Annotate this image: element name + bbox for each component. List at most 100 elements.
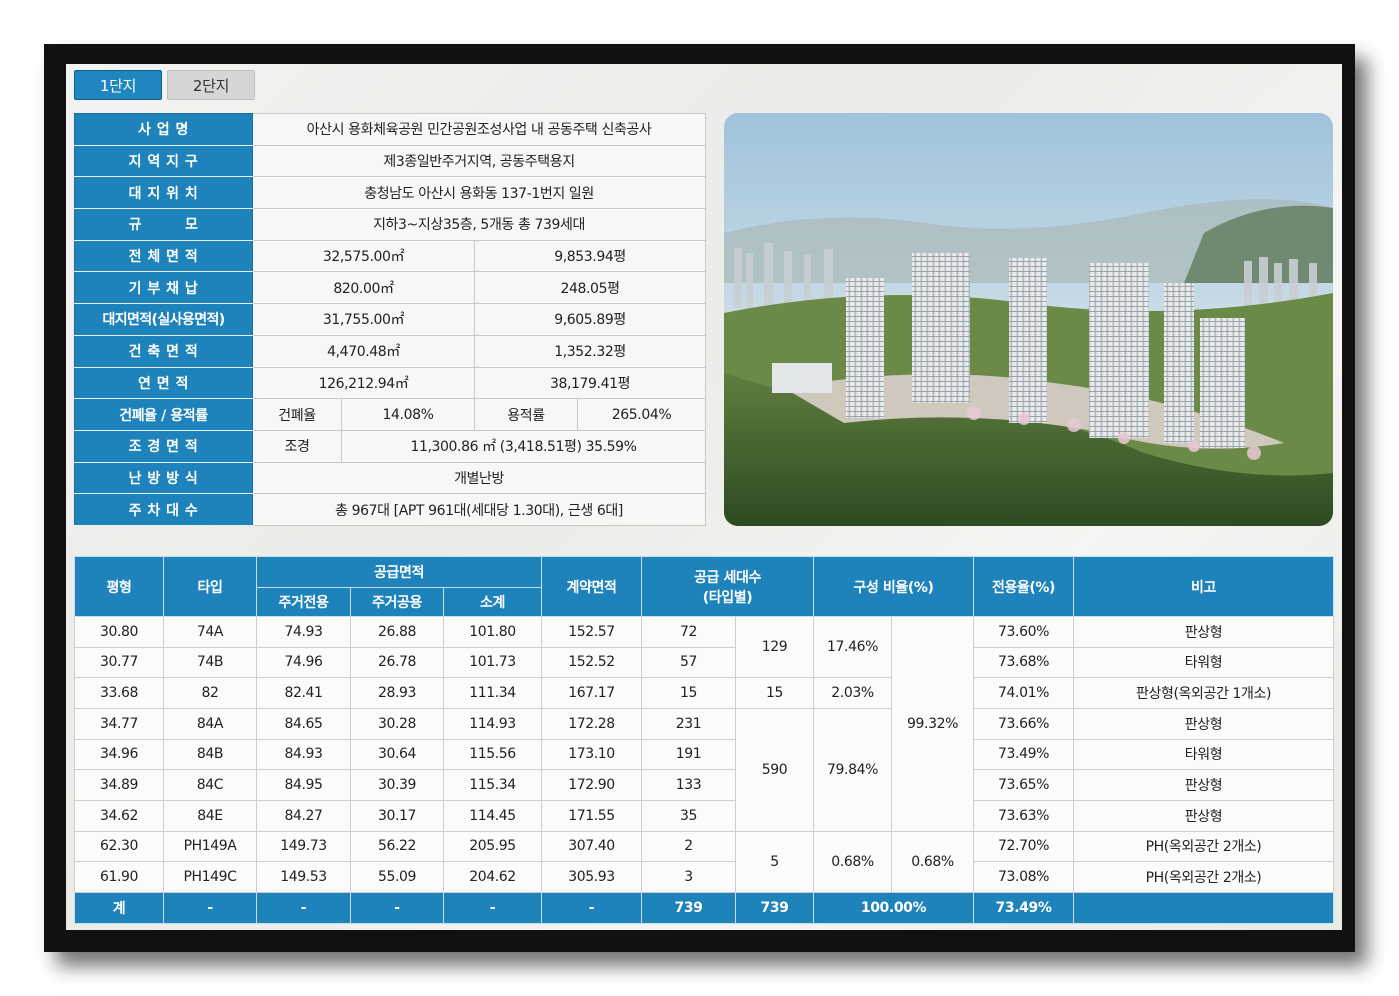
cell-note: 판상형 xyxy=(1073,799,1335,832)
building-area-label: 건 축 면 적 xyxy=(74,334,253,368)
cell-exclusive-rate: 73.65% xyxy=(973,769,1075,801)
cell-common: 28.93 xyxy=(350,677,444,709)
total-dash: - xyxy=(350,892,444,924)
cell-exclusive-rate: 72.70% xyxy=(973,830,1075,863)
total-dash: - xyxy=(442,892,543,924)
bcr-label: 건폐율 xyxy=(252,398,342,431)
site-area-m2: 31,755.00㎡ xyxy=(252,303,475,336)
header-exclusive-ratio: 전용율(%) xyxy=(973,556,1075,617)
building-area-m2: 4,470.48㎡ xyxy=(252,334,475,368)
unit-supply-table: 평형 타입 공급면적 계약면적 공급 세대수 (타입별) 구성 비율(%) 전용… xyxy=(74,556,1335,924)
table-row: 34.96 84B 84.93 30.64 115.56 173.10 191 … xyxy=(74,738,1335,771)
total-note xyxy=(1073,892,1335,924)
cell-exclusive-rate: 73.49% xyxy=(973,738,1075,771)
site-area-label: 대지면적(실사용면적) xyxy=(74,303,253,336)
floor-area-label: 연 면 적 xyxy=(74,366,253,400)
total-group-units: 739 xyxy=(735,892,815,924)
parking-value: 총 967대 [APT 961대(세대당 1.30대), 근생 6대] xyxy=(251,493,707,526)
table-row: 34.89 84C 84.95 30.39 115.34 172.90 133 … xyxy=(74,769,1335,801)
cell-pyeong: 34.96 xyxy=(74,738,164,771)
project-label: 사 업 명 xyxy=(74,113,253,146)
header-composition-ratio: 구성 비율(%) xyxy=(813,556,975,617)
header-type: 타입 xyxy=(163,556,257,617)
cell-exclusive: 149.73 xyxy=(256,830,351,863)
cell-type: 84B xyxy=(163,738,257,771)
cell-exclusive-rate: 73.68% xyxy=(973,646,1075,679)
cell-pyeong: 34.62 xyxy=(74,799,164,832)
donation-label: 기 부 채 납 xyxy=(74,271,253,305)
cell-exclusive: 84.65 xyxy=(256,707,351,740)
landscape-label: 조 경 면 적 xyxy=(74,429,253,463)
landscape-value: 11,300.86 ㎡ (3,418.51평) 35.59% xyxy=(340,429,707,463)
cell-pyeong: 34.89 xyxy=(74,769,164,801)
cell-contract: 307.40 xyxy=(541,830,643,863)
cell-units: 57 xyxy=(641,646,737,679)
cell-exclusive: 84.95 xyxy=(256,769,351,801)
ratio-label: 건폐율 / 용적률 xyxy=(74,398,253,431)
cell-contract: 171.55 xyxy=(541,799,643,832)
cell-common: 30.28 xyxy=(350,707,444,740)
table-row: 30.80 74A 74.93 26.88 101.80 152.57 72 1… xyxy=(74,615,1335,832)
cell-subtotal: 114.93 xyxy=(442,707,543,740)
table-row: 33.68 82 82.41 28.93 111.34 167.17 15 15… xyxy=(74,677,1335,709)
cell-subtotal: 115.34 xyxy=(442,769,543,801)
table-row: 34.62 84E 84.27 30.17 114.45 171.55 35 7… xyxy=(74,799,1335,832)
table-row: 61.90 PH149C 149.53 55.09 204.62 305.93 … xyxy=(74,861,1335,893)
cell-units: 15 xyxy=(641,677,737,709)
total-area-label: 전 체 면 적 xyxy=(74,239,253,273)
cell-units: 231 xyxy=(641,707,737,740)
cell-exclusive: 74.93 xyxy=(256,616,351,648)
cell-group-ratio: 2.03% xyxy=(813,677,893,709)
cell-contract: 173.10 xyxy=(541,738,643,771)
heating-value: 개별난방 xyxy=(251,461,707,495)
header-contract-area: 계약면적 xyxy=(541,556,643,617)
cell-group-units: 15 xyxy=(735,677,815,709)
cell-common: 30.39 xyxy=(350,769,444,801)
header-note: 비고 xyxy=(1073,556,1335,617)
apartment-rendering-image xyxy=(724,113,1333,526)
cell-exclusive: 82.41 xyxy=(256,677,351,709)
cell-subtotal: 114.45 xyxy=(442,799,543,832)
cell-note: 판상형 xyxy=(1073,707,1335,740)
cell-note: 타워형 xyxy=(1073,738,1335,771)
cell-type: 82 xyxy=(163,677,257,709)
cell-subtotal: 115.56 xyxy=(442,738,543,771)
cell-contract: 152.52 xyxy=(541,646,643,679)
total-area-pyeong: 9,853.94평 xyxy=(473,239,707,273)
cell-type: 74B xyxy=(163,646,257,679)
cell-type: 84A xyxy=(163,707,257,740)
cell-exclusive-rate: 73.08% xyxy=(973,861,1075,893)
cell-exclusive-rate: 74.01% xyxy=(973,677,1075,709)
cell-units: 72 xyxy=(641,616,737,648)
cell-units: 2 xyxy=(641,830,737,863)
cell-exclusive: 84.27 xyxy=(256,799,351,832)
cell-exclusive: 149.53 xyxy=(256,861,351,893)
cell-exclusive: 84.93 xyxy=(256,738,351,771)
cell-note: 판상형 xyxy=(1073,769,1335,801)
cell-units: 133 xyxy=(641,769,737,801)
cell-subtotal: 101.80 xyxy=(442,616,543,648)
landscape-sub-label: 조경 xyxy=(252,429,342,463)
site-area-pyeong: 9,605.89평 xyxy=(473,303,707,336)
tab-complex-2[interactable]: 2단지 xyxy=(167,70,255,100)
cell-exclusive-rate: 73.66% xyxy=(973,707,1075,740)
floor-area-pyeong: 38,179.41평 xyxy=(473,366,707,400)
cell-pyeong: 30.80 xyxy=(74,616,164,648)
header-common: 주거공용 xyxy=(350,587,444,617)
cell-sum-ratio-ph: 0.68% xyxy=(891,830,975,894)
table-row: 30.77 74B 74.96 26.78 101.73 152.52 57 7… xyxy=(74,646,1335,679)
cell-pyeong: 62.30 xyxy=(74,830,164,863)
cell-units: 3 xyxy=(641,861,737,893)
tab-complex-1[interactable]: 1단지 xyxy=(74,70,162,100)
cell-exclusive-rate: 73.63% xyxy=(973,799,1075,832)
cell-pyeong: 61.90 xyxy=(74,861,164,893)
donation-m2: 820.00㎡ xyxy=(252,271,475,305)
cell-group-units: 5 xyxy=(735,830,815,894)
location-label: 대 지 위 치 xyxy=(74,176,253,210)
cell-type: 74A xyxy=(163,616,257,648)
cell-group-ratio: 0.68% xyxy=(813,830,893,894)
cell-exclusive: 74.96 xyxy=(256,646,351,679)
cell-sum-ratio-main: 99.32% xyxy=(891,616,975,832)
cell-units: 35 xyxy=(641,799,737,832)
total-area-m2: 32,575.00㎡ xyxy=(252,239,475,273)
